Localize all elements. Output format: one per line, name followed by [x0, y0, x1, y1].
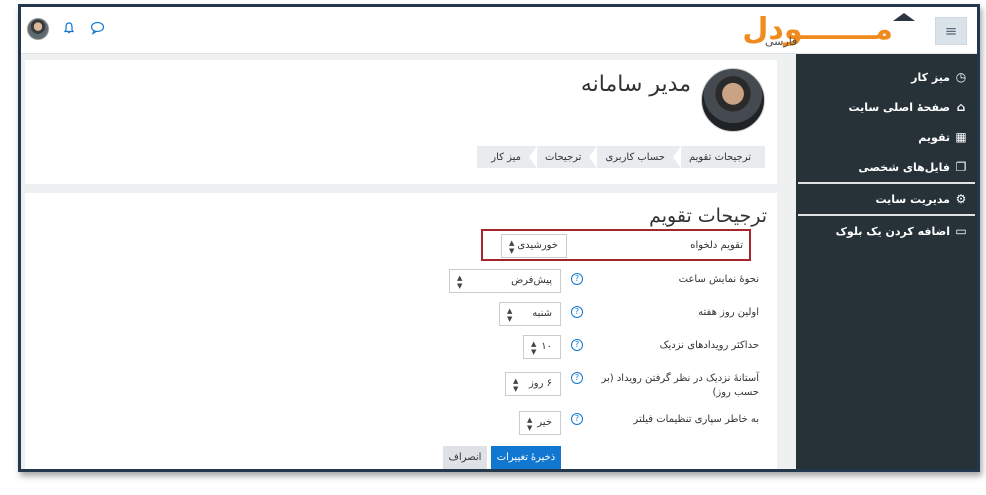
- select-value: ۱۰: [541, 341, 552, 352]
- drawer-item-site-admin[interactable]: ⚙ مدیریت سایت: [796, 184, 977, 214]
- max-events-select[interactable]: ۱۰ ▲ ▼: [523, 335, 561, 359]
- calendar-icon: ▦: [955, 130, 967, 144]
- field-label: اولین روز هفته: [698, 307, 759, 318]
- drawer-item-site-home[interactable]: ⌂ صفحهٔ اصلی سایت: [796, 92, 977, 122]
- field-label: تقویم دلخواه: [690, 240, 743, 251]
- graduation-cap-icon: [893, 13, 915, 21]
- help-icon[interactable]: ?: [571, 372, 583, 384]
- drawer-item-private-files[interactable]: ❐ فایل‌های شخصی: [796, 152, 977, 182]
- field-label: آستانهٔ نزدیک در نظر گرفتن رویداد (بر حس…: [601, 373, 759, 398]
- menu-toggle-button[interactable]: ≡: [935, 17, 967, 45]
- help-icon[interactable]: ?: [571, 306, 583, 318]
- save-changes-button[interactable]: ذخیرهٔ تغییرات: [491, 446, 561, 469]
- select-arrows-icon: ▲ ▼: [509, 239, 515, 255]
- field-label: نحوهٔ نمایش ساعت: [678, 274, 759, 285]
- form-row-lookahead: آستانهٔ نزدیک در نظر گرفتن رویداد (بر حس…: [59, 366, 759, 406]
- select-value: خورشیدی: [517, 240, 558, 251]
- folder-icon: ▭: [955, 224, 967, 238]
- breadcrumb-item-user-account[interactable]: حساب کاربری: [599, 152, 671, 163]
- select-value: پیش‌فرض: [511, 275, 552, 286]
- files-icon: ❐: [955, 160, 967, 174]
- select-value: شنبه: [532, 308, 552, 319]
- field-label: حداکثر رویدادهای نزدیک: [659, 340, 759, 351]
- time-format-select[interactable]: پیش‌فرض ▲ ▼: [449, 269, 561, 293]
- breadcrumb-item-calendar-preferences: ترجیحات تقویم: [688, 151, 751, 163]
- form-row-persist-flt: به خاطر سپاری تنظیمات فیلتر ? خیر ▲ ▼: [59, 407, 759, 437]
- form-row-start-day: اولین روز هفته ? شنبه ▲ ▼: [59, 300, 759, 330]
- field-label: به خاطر سپاری تنظیمات فیلتر: [633, 414, 759, 425]
- lookahead-select[interactable]: ۶ روز ▲ ▼: [505, 372, 561, 396]
- drawer-item-label: میز کار: [911, 70, 950, 84]
- brand-subtitle: فارسی: [765, 35, 798, 48]
- home-icon: ⌂: [956, 100, 966, 114]
- main-region: مدیر سامانه میز کار ترجیحات حساب کاربری …: [21, 54, 796, 469]
- drawer-item-label: مدیریت سایت: [875, 192, 950, 206]
- drawer-item-label: صفحهٔ اصلی سایت: [848, 100, 950, 114]
- select-arrows-icon: ▲ ▼: [531, 340, 537, 356]
- breadcrumb-item-dashboard[interactable]: میز کار: [485, 152, 527, 163]
- breadcrumb-separator: [529, 146, 538, 168]
- drawer-item-calendar[interactable]: ▦ تقویم: [796, 122, 977, 152]
- form-row-max-events: حداکثر رویدادهای نزدیک ? ۱۰ ▲ ▼: [59, 333, 759, 363]
- form-title: ترجیحات تقویم: [649, 205, 767, 227]
- drawer-item-label: فایل‌های شخصی: [858, 160, 950, 174]
- breadcrumb: میز کار ترجیحات حساب کاربری ترجیحات تقوی…: [477, 146, 765, 168]
- chat-bubble-icon[interactable]: [89, 21, 105, 37]
- help-icon[interactable]: ?: [571, 413, 583, 425]
- help-icon[interactable]: ?: [571, 339, 583, 351]
- select-value: ۶ روز: [528, 378, 552, 389]
- drawer-item-label: اضافه کردن یک بلوک: [835, 224, 950, 238]
- brand-logo[interactable]: مـــــــودل فارسی: [742, 11, 915, 51]
- page-title: مدیر سامانه: [580, 72, 691, 97]
- breadcrumb-separator: [672, 146, 681, 168]
- profile-picture[interactable]: [701, 68, 765, 132]
- user-menu-area: [27, 16, 105, 42]
- form-row-time-format: نحوهٔ نمایش ساعت ? پیش‌فرض ▲ ▼: [59, 267, 759, 297]
- form-row-calendar-type: تقویم دلخواه خورشیدی ▲ ▼: [59, 233, 759, 263]
- top-navbar: ≡ مـــــــودل فارسی: [21, 7, 977, 54]
- cancel-button[interactable]: انصراف: [443, 446, 487, 469]
- nav-drawer: ◷ میز کار ⌂ صفحهٔ اصلی سایت ▦ تقویم ❐ فا…: [796, 54, 977, 469]
- dashboard-icon: ◷: [955, 70, 967, 84]
- app-window: ≡ مـــــــودل فارسی ◷ میز کار ⌂ صفحهٔ اص…: [18, 4, 980, 472]
- gear-icon: ⚙: [955, 192, 967, 206]
- persist-filter-select[interactable]: خیر ▲ ▼: [519, 411, 561, 435]
- calendar-type-select[interactable]: خورشیدی ▲ ▼: [501, 234, 567, 258]
- select-arrows-icon: ▲ ▼: [507, 307, 513, 323]
- breadcrumb-item-preferences[interactable]: ترجیحات: [539, 152, 587, 163]
- drawer-item-add-block[interactable]: ▭ اضافه کردن یک بلوک: [796, 216, 977, 246]
- select-value: خیر: [537, 417, 552, 428]
- calendar-preferences-form: ترجیحات تقویم تقویم دلخواه خورشیدی ▲ ▼ نح…: [25, 193, 777, 469]
- drawer-item-label: تقویم: [918, 130, 950, 144]
- breadcrumb-separator: [589, 146, 598, 168]
- select-arrows-icon: ▲ ▼: [513, 377, 519, 393]
- bell-icon[interactable]: [61, 21, 77, 37]
- drawer-item-dashboard[interactable]: ◷ میز کار: [796, 62, 977, 92]
- page-header: مدیر سامانه میز کار ترجیحات حساب کاربری …: [25, 60, 777, 184]
- start-day-select[interactable]: شنبه ▲ ▼: [499, 302, 561, 326]
- select-arrows-icon: ▲ ▼: [527, 416, 533, 432]
- user-avatar[interactable]: [27, 18, 49, 40]
- help-icon[interactable]: ?: [571, 273, 583, 285]
- select-arrows-icon: ▲ ▼: [457, 274, 463, 290]
